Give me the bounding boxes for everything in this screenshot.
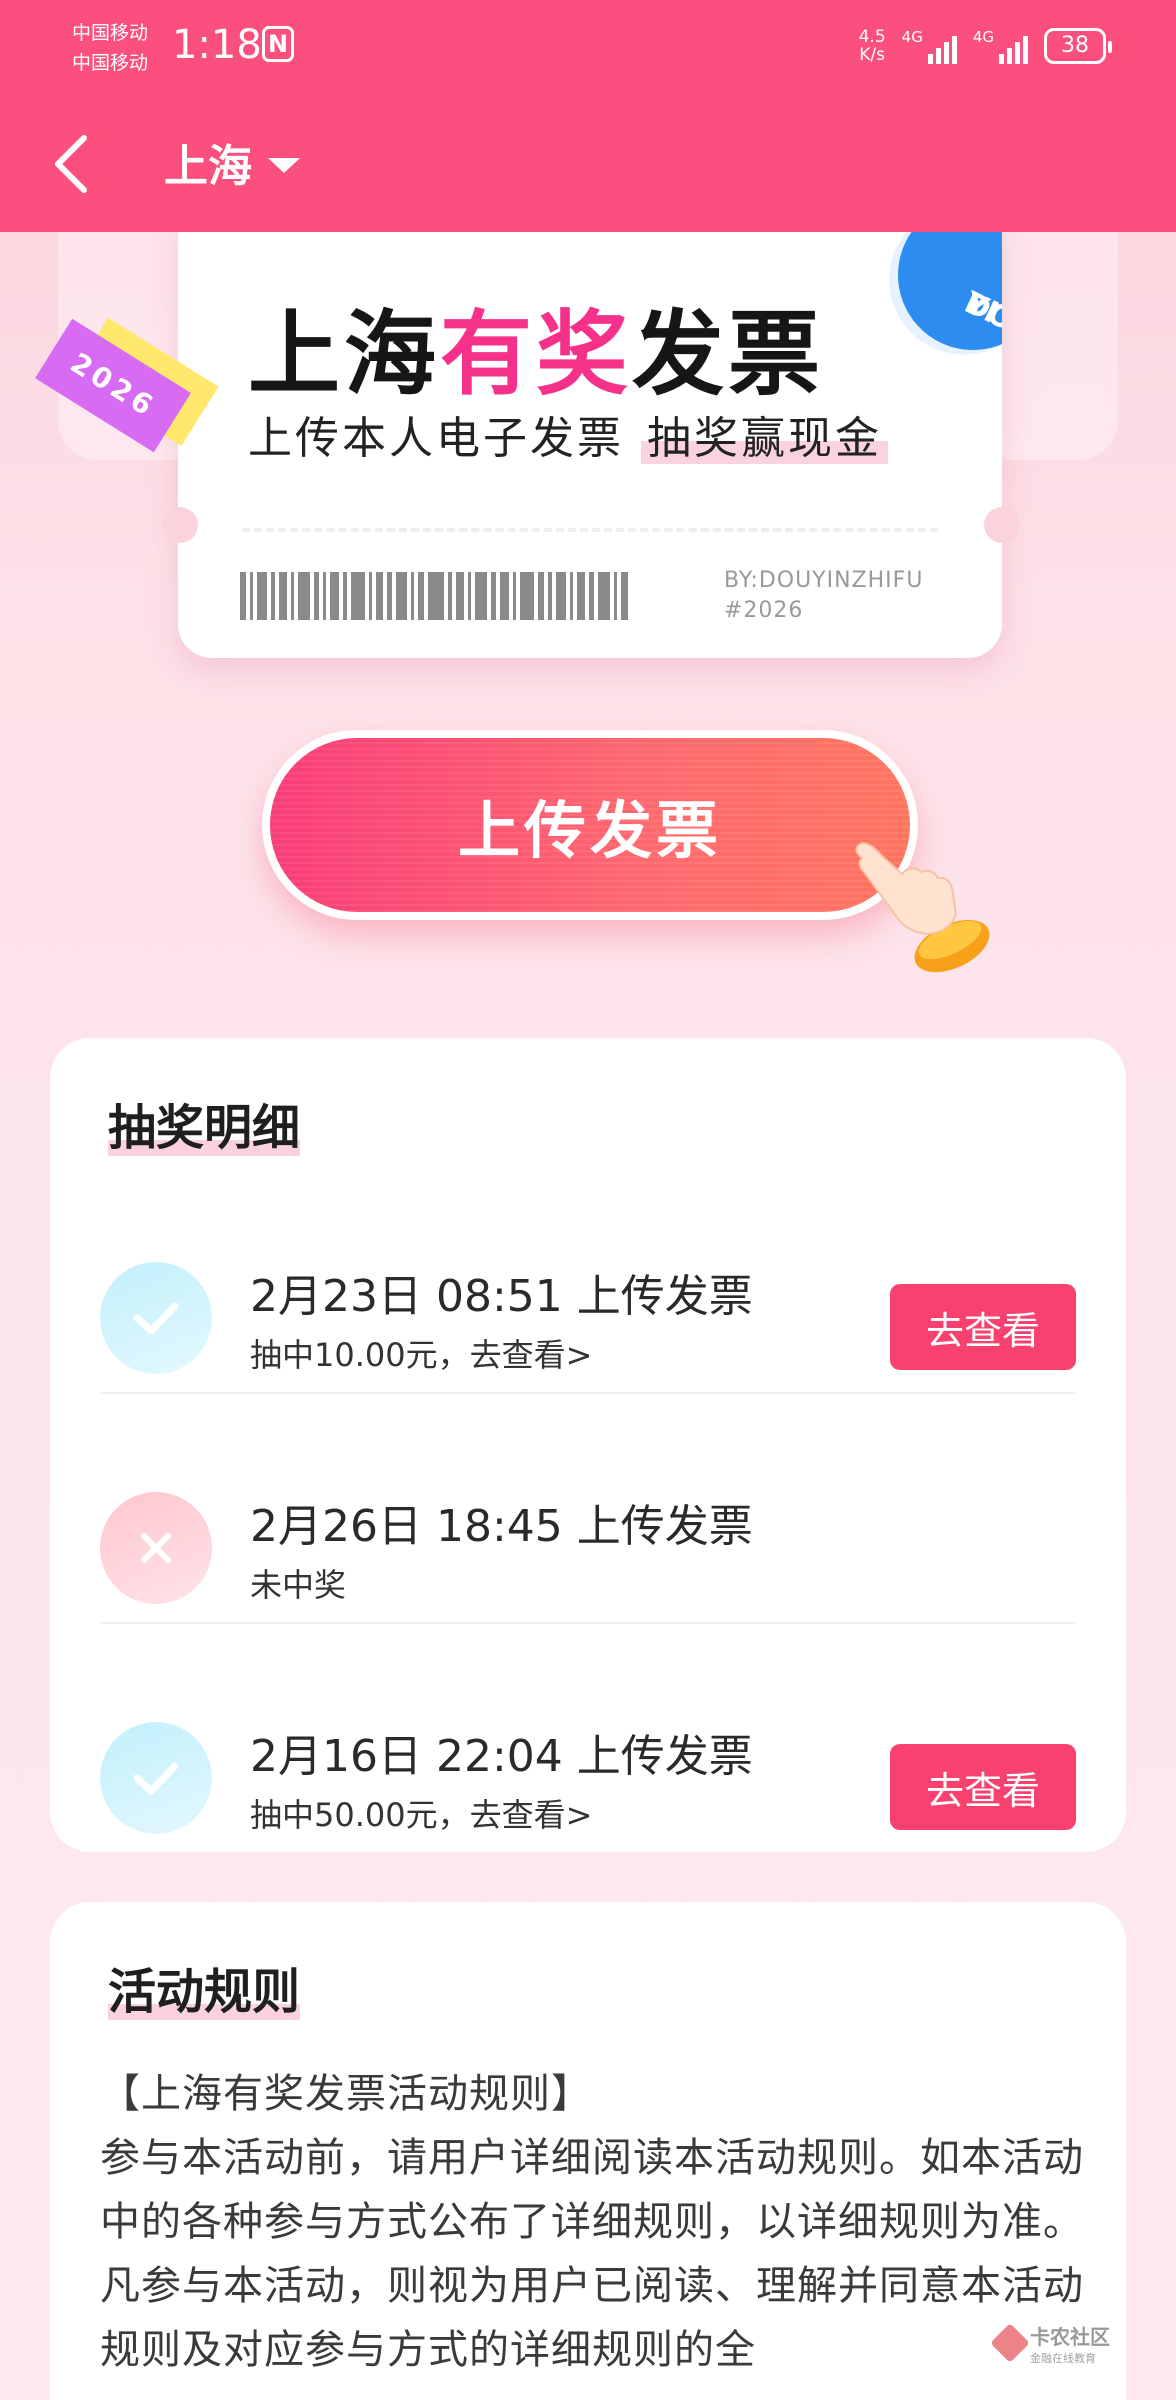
watermark-text: 卡农社区: [1030, 2324, 1110, 2349]
record-result: 未中奖: [250, 1566, 347, 1604]
ticket-notch-left: [162, 507, 198, 543]
ticket-notch-right: [984, 507, 1020, 543]
lottery-records-title-text: 抽奖明细: [108, 1100, 301, 1156]
signal-icon: 4G: [902, 28, 957, 64]
network-speed-unit: K/s: [859, 45, 885, 65]
carrier-info: 中国移动 中国移动: [72, 18, 148, 78]
rules-heading: 【上海有奖发票活动规则】: [100, 2071, 592, 2117]
list-item: 2月23日 08:51 上传发票 抽中10.00元，去查看> 去查看: [100, 1188, 1076, 1418]
upload-invoice-button[interactable]: 上传发票: [262, 730, 918, 920]
nfc-icon: N: [262, 26, 294, 62]
network-speed-value: 4.5: [858, 27, 886, 47]
barcode-icon: [240, 572, 710, 620]
close-icon: [100, 1492, 212, 1604]
view-button[interactable]: 去查看: [890, 1744, 1076, 1830]
record-title: 2月23日 08:51 上传发票: [250, 1271, 753, 1322]
record-result-link[interactable]: 抽中10.00元，去查看>: [250, 1330, 592, 1376]
rules-body: 参与本活动前，请用户详细阅读本活动规则。如本活动中的各种参与方式公布了详细规则，…: [100, 2135, 1084, 2373]
city-label: 上海: [164, 141, 252, 192]
activity-rules-card: 活动规则 【上海有奖发票活动规则】 参与本活动前，请用户详细阅读本活动规则。如本…: [50, 1902, 1126, 2400]
globe-badge-icon: DO YI: [873, 220, 1002, 375]
list-item: 2月26日 18:45 上传发票 未中奖: [100, 1418, 1076, 1648]
carrier-2: 中国移动: [72, 52, 149, 74]
watermark-subtext: 金融在线教育: [1030, 2351, 1096, 2365]
ticket-subtitle: 上传本人电子发票 抽奖赢现金: [248, 402, 888, 466]
ticket-title-prefix: 上海: [248, 301, 441, 408]
back-button[interactable]: [44, 128, 104, 200]
invoice-ticket-banner: DO YI 上海有奖发票 上传本人电子发票 抽奖赢现金 BY:DOUYINZHIF…: [178, 220, 1002, 658]
caret-down-icon: [268, 157, 300, 173]
view-button[interactable]: 去查看: [890, 1284, 1076, 1370]
ticket-by-text: BY:DOUYINZHIFU: [724, 568, 924, 593]
activity-rules-title-text: 活动规则: [108, 1964, 301, 2020]
watermark-logo: 卡农社区 金融在线教育: [990, 2320, 1126, 2366]
activity-rules-title: 活动规则: [108, 1952, 301, 2022]
signal-label-2: 4G: [972, 28, 994, 46]
ticket-subtitle-plain: 上传本人电子发票: [248, 413, 641, 464]
status-time: 1:18: [172, 22, 262, 68]
ticket-title-highlight: 有奖: [440, 301, 633, 408]
lottery-records-title: 抽奖明细: [108, 1088, 301, 1158]
signal-label-1: 4G: [901, 28, 923, 46]
pointing-hand-icon: [855, 842, 990, 973]
city-selector[interactable]: 上海: [164, 130, 300, 194]
top-bar: 中国移动 中国移动 1:18 N 4.5 K/s 4G 4G 38 上海: [0, 0, 1176, 232]
record-title: 2月26日 18:45 上传发票: [250, 1501, 753, 1552]
network-speed: 4.5 K/s: [859, 28, 886, 64]
watermark-icon: [990, 2323, 1030, 2363]
signal-icon: 4G: [973, 28, 1028, 64]
record-title: 2月16日 22:04 上传发票: [250, 1731, 753, 1782]
ticket-title: 上海有奖发票: [248, 280, 824, 413]
record-result-link[interactable]: 抽中50.00元，去查看>: [250, 1790, 592, 1836]
divider: [100, 1392, 1076, 1394]
divider: [100, 1622, 1076, 1624]
ticket-perforation: [242, 528, 938, 532]
lottery-records-card: 抽奖明细 2月23日 08:51 上传发票 抽中10.00元，去查看> 去查看 …: [50, 1038, 1126, 1852]
chevron-left-icon: [55, 135, 87, 193]
carrier-1: 中国移动: [72, 22, 149, 44]
ticket-title-suffix: 发票: [632, 301, 825, 408]
list-item: 2月16日 22:04 上传发票 抽中50.00元，去查看> 去查看: [100, 1648, 1076, 1878]
rules-text: 【上海有奖发票活动规则】 参与本活动前，请用户详细阅读本活动规则。如本活动中的各…: [100, 2062, 1090, 2382]
check-icon: [100, 1722, 212, 1834]
status-indicators: 4.5 K/s 4G 4G 38: [859, 28, 1112, 64]
battery-icon: 38: [1044, 28, 1112, 64]
ticket-tag-text: #2026: [724, 598, 804, 623]
ticket-byline: BY:DOUYINZHIFU #2026: [724, 566, 923, 626]
check-icon: [100, 1262, 212, 1374]
ticket-subtitle-marked: 抽奖赢现金: [641, 413, 888, 464]
